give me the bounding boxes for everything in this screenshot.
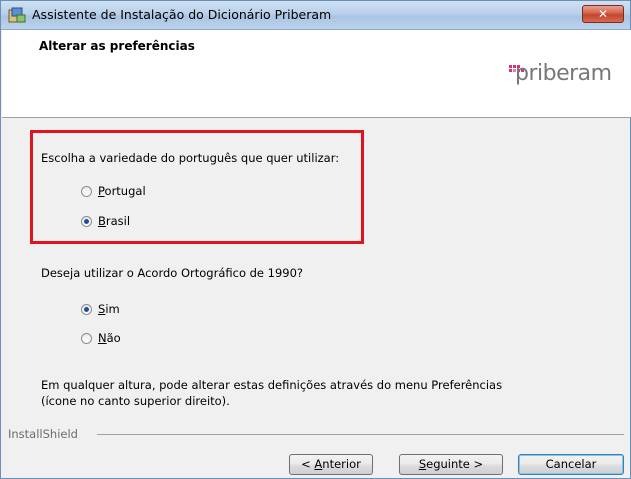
installshield-brand: InstallShield (8, 427, 78, 441)
radio-portugal-label: Portugal (98, 184, 146, 198)
radio-nao-indicator[interactable] (81, 332, 92, 344)
close-icon: ✕ (597, 7, 609, 21)
title-bar[interactable]: Assistente de Instalação do Dicionário P… (1, 1, 630, 30)
installer-window: Assistente de Instalação do Dicionário P… (0, 0, 631, 479)
cancel-button[interactable]: Cancelar (518, 454, 624, 475)
agreement-question: Deseja utilizar o Acordo Ortográfico de … (41, 266, 304, 280)
back-button[interactable]: < Anterior (289, 454, 373, 475)
close-button[interactable]: ✕ (582, 5, 624, 23)
page-title: Alterar as preferências (39, 39, 195, 53)
note-line-1: Em qualquer altura, pode alterar estas d… (41, 378, 503, 392)
radio-nao-label: Não (98, 331, 121, 345)
radio-sim[interactable]: Sim (81, 302, 120, 316)
radio-brasil-label: Brasil (98, 214, 131, 228)
radio-nao[interactable]: Não (81, 331, 121, 345)
radio-brasil[interactable]: Brasil (81, 214, 130, 228)
window-title: Assistente de Instalação do Dicionário P… (32, 7, 332, 22)
priberam-logo: priberam (515, 61, 612, 86)
next-button[interactable]: Seguinte > (399, 454, 503, 475)
note-line-2: (ícone no canto superior direito). (41, 394, 230, 408)
installer-app-icon (8, 7, 26, 23)
radio-sim-label: Sim (98, 302, 120, 316)
radio-sim-indicator[interactable] (81, 303, 92, 315)
footer-divider (97, 434, 624, 435)
radio-portugal[interactable]: Portugal (81, 184, 146, 198)
variety-question: Escolha a variedade do português que que… (41, 151, 340, 165)
radio-portugal-indicator[interactable] (81, 185, 92, 197)
radio-brasil-indicator[interactable] (81, 215, 92, 227)
